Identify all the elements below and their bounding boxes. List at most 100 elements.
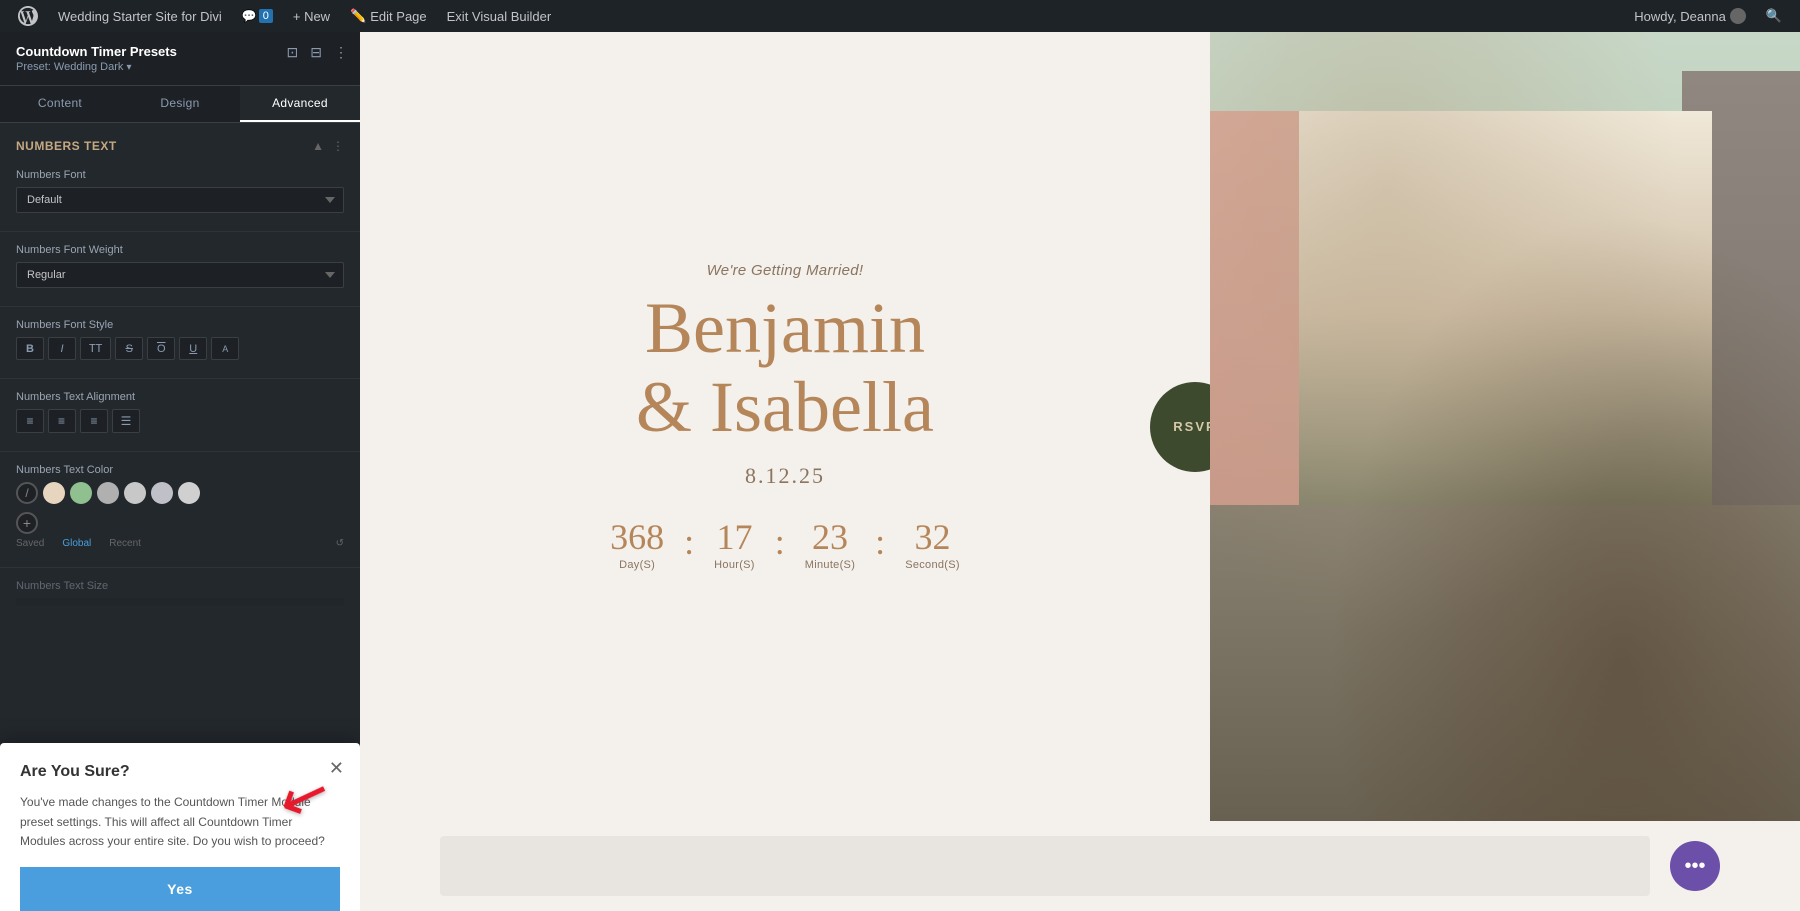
color-edit-swatch[interactable] bbox=[16, 482, 38, 504]
color-reset-icon[interactable]: ↺ bbox=[336, 538, 344, 549]
panel-icon-more[interactable]: ⋮ bbox=[332, 42, 350, 63]
wedding-right-section bbox=[1210, 32, 1800, 821]
panel-tabs: Content Design Advanced bbox=[0, 86, 360, 123]
numbers-font-select[interactable]: Default bbox=[16, 187, 344, 213]
numbers-text-color-label: Numbers Text Color bbox=[16, 464, 344, 476]
tab-design[interactable]: Design bbox=[120, 86, 240, 122]
numbers-font-weight-field: Numbers Font Weight Regular bbox=[0, 236, 360, 302]
color-swatch-1[interactable] bbox=[43, 482, 65, 504]
countdown-minutes-label: Minute(s) bbox=[805, 559, 855, 571]
font-style-overline[interactable]: O bbox=[147, 337, 175, 360]
comment-icon: 💬 bbox=[242, 9, 257, 23]
text-align-left[interactable]: ≡ bbox=[16, 409, 44, 433]
countdown-seconds: 32 Second(s) bbox=[889, 519, 976, 571]
countdown-minutes-number: 23 bbox=[805, 519, 855, 555]
howdy-item[interactable]: Howdy, Deanna bbox=[1624, 0, 1756, 32]
countdown-hours: 17 Hour(s) bbox=[698, 519, 771, 571]
color-label-saved: Saved bbox=[16, 538, 44, 549]
wedding-photo bbox=[1210, 32, 1800, 821]
divider-5 bbox=[0, 567, 360, 568]
color-label-recent: Recent bbox=[109, 538, 141, 549]
comments-item[interactable]: 💬 0 bbox=[232, 0, 283, 32]
numbers-font-style-label: Numbers Font Style bbox=[16, 319, 344, 331]
right-content: We're Getting Married! Benjamin& Isabell… bbox=[360, 32, 1800, 911]
countdown-days: 368 Day(s) bbox=[594, 519, 680, 571]
confirm-yes-button[interactable]: Yes bbox=[20, 867, 340, 911]
wedding-names: Benjamin& Isabella bbox=[636, 289, 934, 447]
user-avatar bbox=[1730, 8, 1746, 24]
edit-page-item[interactable]: ✏️ Edit Page bbox=[340, 0, 437, 32]
font-style-underline[interactable]: U bbox=[179, 337, 207, 360]
wedding-page: We're Getting Married! Benjamin& Isabell… bbox=[360, 32, 1800, 821]
divider-2 bbox=[0, 306, 360, 307]
three-dots-icon: ••• bbox=[1684, 855, 1705, 878]
section-header: Numbers Text ▲ ⋮ bbox=[0, 123, 360, 161]
countdown-hours-label: Hour(s) bbox=[714, 559, 755, 571]
tab-advanced[interactable]: Advanced bbox=[240, 86, 360, 122]
howdy-label: Howdy, Deanna bbox=[1634, 9, 1726, 24]
numbers-text-size-field: Numbers Text Size bbox=[0, 572, 360, 614]
numbers-font-weight-select[interactable]: Regular bbox=[16, 262, 344, 288]
countdown-seconds-number: 32 bbox=[905, 519, 960, 555]
wp-logo-item[interactable] bbox=[8, 0, 48, 32]
countdown-sep-3: : bbox=[871, 521, 889, 563]
font-style-strike[interactable]: S bbox=[115, 337, 143, 360]
color-swatch-5[interactable] bbox=[151, 482, 173, 504]
countdown-days-label: Day(s) bbox=[610, 559, 664, 571]
countdown-sep-1: : bbox=[680, 521, 698, 563]
bottom-bar-content bbox=[440, 836, 1650, 896]
section-collapse-icon[interactable]: ▲ bbox=[312, 139, 324, 153]
color-labels: Saved Global Recent ↺ bbox=[16, 538, 344, 549]
countdown-hours-number: 17 bbox=[714, 519, 755, 555]
countdown-seconds-label: Second(s) bbox=[905, 559, 960, 571]
color-swatches-row2: + bbox=[16, 512, 344, 534]
tab-content[interactable]: Content bbox=[0, 86, 120, 122]
panel-icon-layout[interactable]: ⊟ bbox=[308, 42, 324, 63]
new-item[interactable]: + New bbox=[283, 0, 340, 32]
panel-header: Countdown Timer Presets Preset: Wedding … bbox=[0, 32, 360, 86]
color-swatch-6[interactable] bbox=[178, 482, 200, 504]
divider-1 bbox=[0, 231, 360, 232]
search-bar-item[interactable]: 🔍 bbox=[1756, 0, 1792, 32]
countdown-sep-2: : bbox=[771, 521, 789, 563]
text-align-justify[interactable]: ☰ bbox=[112, 409, 140, 433]
numbers-text-alignment-label: Numbers Text Alignment bbox=[16, 391, 344, 403]
countdown-timer: 368 Day(s) : 17 Hour(s) : 23 Minute(s) : bbox=[594, 519, 976, 571]
wedding-date: 8.12.25 bbox=[745, 463, 825, 489]
section-more-icon[interactable]: ⋮ bbox=[332, 139, 344, 153]
text-align-center[interactable]: ≡ bbox=[48, 409, 76, 433]
font-style-italic[interactable]: I bbox=[48, 337, 76, 360]
new-label: + New bbox=[293, 9, 330, 24]
admin-bar: Wedding Starter Site for Divi 💬 0 + New … bbox=[0, 0, 1800, 32]
numbers-font-label: Numbers Font bbox=[16, 169, 344, 181]
countdown-minutes: 23 Minute(s) bbox=[789, 519, 871, 571]
font-style-allcaps[interactable]: A bbox=[211, 337, 239, 360]
color-add-button[interactable]: + bbox=[16, 512, 38, 534]
numbers-text-size-label: Numbers Text Size bbox=[16, 580, 344, 592]
comment-count: 0 bbox=[259, 9, 273, 23]
color-swatch-4[interactable] bbox=[124, 482, 146, 504]
bottom-menu-button[interactable]: ••• bbox=[1670, 841, 1720, 891]
exit-builder-item[interactable]: Exit Visual Builder bbox=[437, 0, 562, 32]
font-style-bold[interactable]: B bbox=[16, 337, 44, 360]
panel-icon-preview[interactable]: ⊡ bbox=[285, 42, 301, 63]
numbers-font-weight-label: Numbers Font Weight bbox=[16, 244, 344, 256]
exit-builder-label: Exit Visual Builder bbox=[447, 9, 552, 24]
site-name-label: Wedding Starter Site for Divi bbox=[58, 9, 222, 24]
color-swatch-3[interactable] bbox=[97, 482, 119, 504]
numbers-text-color-field: Numbers Text Color + Saved Global R bbox=[0, 456, 360, 563]
preset-dropdown-arrow: ▾ bbox=[126, 62, 131, 73]
panel-icons: ⊡ ⊟ ⋮ bbox=[285, 42, 350, 63]
wedding-left-section: We're Getting Married! Benjamin& Isabell… bbox=[360, 32, 1210, 821]
text-align-right[interactable]: ≡ bbox=[80, 409, 108, 433]
section-title: Numbers Text bbox=[16, 139, 117, 153]
font-style-buttons: B I TT S O U A bbox=[16, 337, 344, 360]
left-panel: Countdown Timer Presets Preset: Wedding … bbox=[0, 32, 360, 911]
font-style-tt[interactable]: TT bbox=[80, 337, 111, 360]
section-controls: ▲ ⋮ bbox=[312, 139, 344, 153]
search-icon: 🔍 bbox=[1766, 8, 1782, 24]
numbers-font-field: Numbers Font Default bbox=[0, 161, 360, 227]
wp-logo-icon bbox=[18, 6, 38, 26]
site-name-item[interactable]: Wedding Starter Site for Divi bbox=[48, 0, 232, 32]
color-swatch-2[interactable] bbox=[70, 482, 92, 504]
